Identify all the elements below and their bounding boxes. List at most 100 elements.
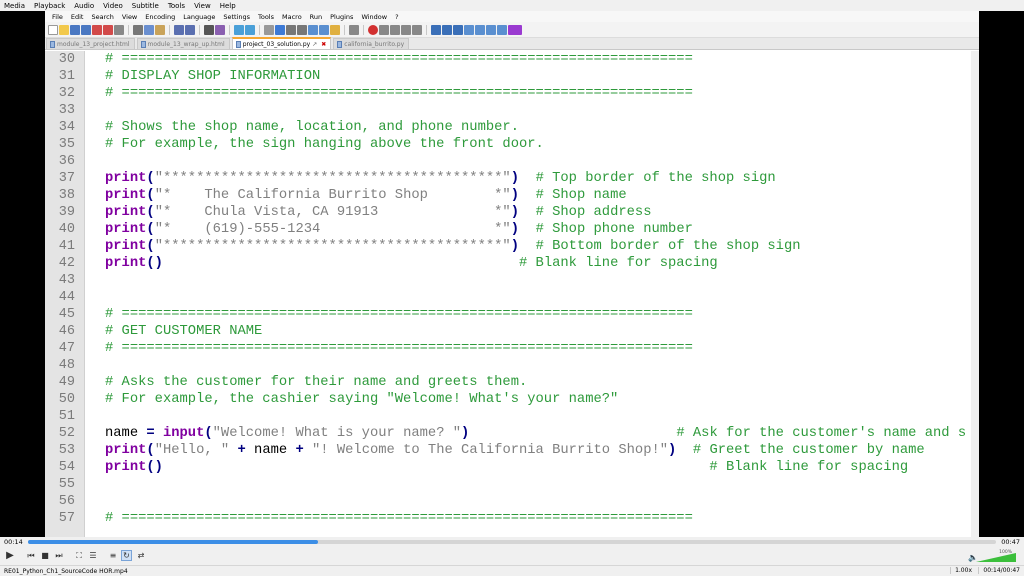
- new-file-icon[interactable]: [48, 24, 58, 35]
- code-line[interactable]: print("*********************************…: [105, 170, 776, 187]
- player-menu-playback[interactable]: Playback: [30, 2, 70, 10]
- editor-menu-edit[interactable]: Edit: [67, 13, 88, 21]
- code-line[interactable]: # ======================================…: [105, 51, 693, 68]
- paste-icon[interactable]: [155, 24, 165, 35]
- editor-tab[interactable]: module_13_project.html: [46, 38, 135, 49]
- word-wrap-icon[interactable]: [275, 24, 285, 35]
- arrow-down-icon[interactable]: [475, 24, 485, 35]
- print-icon[interactable]: [114, 24, 124, 35]
- editor-menu-window[interactable]: Window: [357, 13, 391, 21]
- code-line[interactable]: print("* Chula Vista, CA 91913 *") # Sho…: [105, 204, 651, 221]
- folder-workspace-icon[interactable]: [330, 24, 340, 35]
- plugin-c-icon[interactable]: [453, 24, 463, 35]
- code-line[interactable]: # GET CUSTOMER NAME: [105, 323, 262, 340]
- code-editor[interactable]: 30 31 32 33 34 35 36 37 38 39 40 41 42 43 44 45 46 47 48 49…: [45, 51, 979, 537]
- editor-tab[interactable]: project_03_solution.py ↗ ✖: [231, 37, 332, 49]
- next-icon[interactable]: ⏭: [54, 550, 64, 561]
- plugin-b-icon[interactable]: [442, 24, 452, 35]
- editor-menu-tools[interactable]: Tools: [254, 13, 278, 21]
- zoom-in-icon[interactable]: [234, 24, 244, 35]
- playlist-icon[interactable]: ≡: [108, 550, 118, 561]
- editor-menu-language[interactable]: Language: [179, 13, 219, 21]
- stop-macro-icon[interactable]: [379, 24, 389, 35]
- code-line[interactable]: # ======================================…: [105, 306, 693, 323]
- player-menu-view[interactable]: View: [190, 2, 216, 10]
- copy-icon[interactable]: [144, 24, 154, 35]
- editor-menu-encoding[interactable]: Encoding: [141, 13, 179, 21]
- save-macro-icon[interactable]: [412, 24, 422, 35]
- function-list-icon[interactable]: [319, 24, 329, 35]
- close-tab-icon[interactable]: ✖: [321, 41, 326, 48]
- player-menu-audio[interactable]: Audio: [70, 2, 99, 10]
- editor-menu-file[interactable]: File: [48, 13, 67, 21]
- previous-icon[interactable]: ⏮: [26, 550, 36, 561]
- pin-icon[interactable]: ↗: [312, 41, 317, 48]
- editor-tab[interactable]: module_13_wrap_up.html: [136, 38, 230, 49]
- editor-menu-plugins[interactable]: Plugins: [326, 13, 357, 21]
- extended-settings-icon[interactable]: ☰: [88, 550, 98, 561]
- close-all-icon[interactable]: [103, 24, 113, 35]
- code-line[interactable]: # ======================================…: [105, 510, 693, 527]
- save-all-icon[interactable]: [81, 24, 91, 35]
- code-line[interactable]: # Asks the customer for their name and g…: [105, 374, 527, 391]
- editor-menu-help[interactable]: ?: [391, 13, 402, 21]
- sync-scroll-icon[interactable]: [264, 24, 274, 35]
- zoom-out-icon[interactable]: [245, 24, 255, 35]
- status-time[interactable]: 00:14/00:47: [978, 567, 1020, 574]
- volume-slider[interactable]: 🔈 100%: [968, 550, 1018, 562]
- show-all-chars-icon[interactable]: [286, 24, 296, 35]
- code-line[interactable]: print("*********************************…: [105, 238, 801, 255]
- seek-bar[interactable]: [28, 540, 996, 544]
- replace-icon[interactable]: [215, 24, 225, 35]
- play-icon[interactable]: ▶: [4, 550, 16, 561]
- code-line[interactable]: print() # Blank line for spacing: [105, 459, 908, 476]
- code-line[interactable]: print() # Blank line for spacing: [105, 255, 718, 272]
- monitoring-icon[interactable]: [349, 24, 359, 35]
- arrow-up-icon[interactable]: [464, 24, 474, 35]
- code-line[interactable]: # ======================================…: [105, 85, 693, 102]
- arrow-down-alt-icon[interactable]: [486, 24, 496, 35]
- code-text-area[interactable]: # ======================================…: [85, 51, 979, 537]
- code-line[interactable]: name = input("Welcome! What is your name…: [105, 425, 966, 442]
- open-file-icon[interactable]: [59, 24, 69, 35]
- player-menu-help[interactable]: Help: [216, 2, 241, 10]
- code-line[interactable]: # Shows the shop name, location, and pho…: [105, 119, 519, 136]
- view-icon[interactable]: [497, 24, 507, 35]
- fullscreen-icon[interactable]: ⛶: [74, 550, 84, 561]
- close-icon[interactable]: [92, 24, 102, 35]
- player-menu-media[interactable]: Media: [0, 2, 30, 10]
- player-menu-video[interactable]: Video: [99, 2, 128, 10]
- cut-icon[interactable]: [133, 24, 143, 35]
- code-line[interactable]: print("Hello, " + name + "! Welcome to T…: [105, 442, 925, 459]
- code-line[interactable]: print("* The California Burrito Shop *")…: [105, 187, 627, 204]
- shuffle-icon[interactable]: ⇄: [136, 550, 146, 561]
- code-line[interactable]: # ======================================…: [105, 340, 693, 357]
- plugin-badge-icon[interactable]: [508, 24, 522, 35]
- editor-tab[interactable]: california_burrito.py: [333, 38, 410, 49]
- run-macro-multiple-icon[interactable]: [401, 24, 411, 35]
- plugin-a-icon[interactable]: [431, 24, 441, 35]
- editor-menu-view[interactable]: View: [118, 13, 141, 21]
- find-icon[interactable]: [204, 24, 214, 35]
- code-line[interactable]: print("* (619)-555-1234 *") # Shop phone…: [105, 221, 693, 238]
- player-menu-subtitle[interactable]: Subtitle: [128, 2, 164, 10]
- play-macro-icon[interactable]: [390, 24, 400, 35]
- indent-guide-icon[interactable]: [297, 24, 307, 35]
- vertical-scrollbar[interactable]: [971, 51, 979, 537]
- code-line[interactable]: # DISPLAY SHOP INFORMATION: [105, 68, 320, 85]
- loop-icon[interactable]: ↻: [121, 550, 132, 561]
- player-menu-tools[interactable]: Tools: [164, 2, 190, 10]
- editor-menu-settings[interactable]: Settings: [219, 13, 254, 21]
- editor-menu-run[interactable]: Run: [306, 13, 326, 21]
- code-line[interactable]: # For example, the sign hanging above th…: [105, 136, 544, 153]
- stop-icon[interactable]: ■: [40, 550, 50, 561]
- playback-speed[interactable]: 1.00x: [950, 567, 972, 574]
- undo-icon[interactable]: [174, 24, 184, 35]
- doc-map-icon[interactable]: [308, 24, 318, 35]
- code-line[interactable]: # For example, the cashier saying "Welco…: [105, 391, 618, 408]
- editor-menu-macro[interactable]: Macro: [278, 13, 306, 21]
- record-macro-icon[interactable]: [368, 24, 378, 35]
- redo-icon[interactable]: [185, 24, 195, 35]
- save-icon[interactable]: [70, 24, 80, 35]
- editor-menu-search[interactable]: Search: [87, 13, 117, 21]
